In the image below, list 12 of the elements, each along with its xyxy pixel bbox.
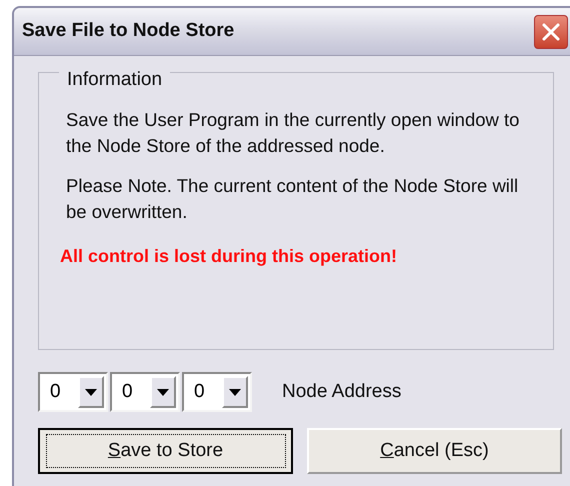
close-icon: [541, 22, 561, 42]
window-title: Save File to Node Store: [22, 19, 234, 44]
close-button[interactable]: [534, 14, 568, 48]
info-paragraph: Please Note. The current content of the Node Store will be overwritten.: [66, 174, 520, 224]
warning-text: All control is lost during this operation!: [60, 245, 398, 268]
address-combo[interactable]: 0: [38, 372, 108, 412]
address-combo[interactable]: 0: [182, 372, 252, 412]
save-button[interactable]: Save to Store: [38, 428, 293, 474]
address-combo[interactable]: 0: [110, 372, 180, 412]
node-address-label: Node Address: [282, 380, 402, 404]
info-paragraph: Save the User Program in the currently open window to the Node Store of the addressed node.: [66, 108, 520, 158]
cancel-button[interactable]: Cancel (Esc): [307, 428, 562, 474]
